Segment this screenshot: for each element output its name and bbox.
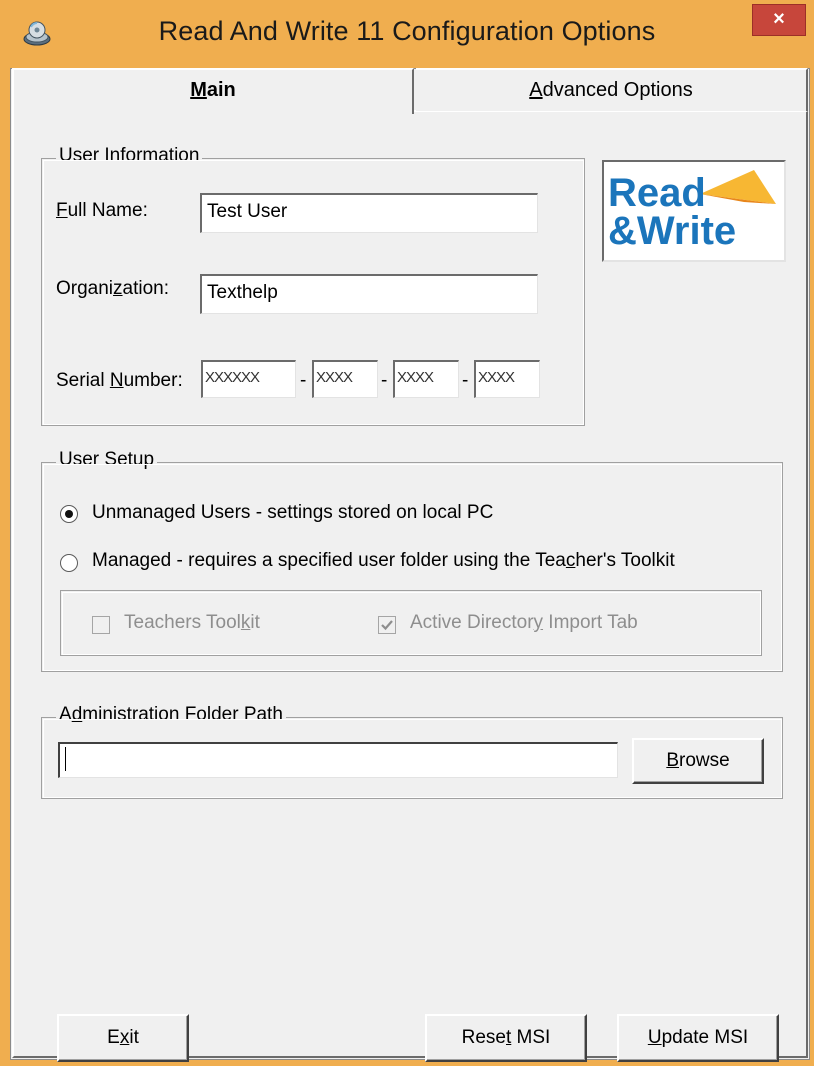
serial-part-3: XXXX xyxy=(397,369,434,386)
unmanaged-users-radio[interactable] xyxy=(60,505,78,523)
title-bar: Read And Write 11 Configuration Options … xyxy=(0,0,814,64)
exit-button[interactable]: Exit xyxy=(57,1014,189,1062)
full-name-field[interactable]: Test User xyxy=(200,193,538,233)
logo-text-write: &Write xyxy=(608,209,736,253)
tab-main-label: Main xyxy=(190,79,236,101)
user-information-legend: User Information xyxy=(56,145,203,167)
ad-import-checkbox[interactable] xyxy=(378,616,396,634)
unmanaged-users-label[interactable]: Unmanaged Users - settings stored on loc… xyxy=(92,502,493,524)
serial-part-4: XXXX xyxy=(478,369,515,386)
serial-field-3[interactable]: XXXX xyxy=(393,360,459,398)
serial-separator-1: - xyxy=(300,370,307,391)
serial-field-4[interactable]: XXXX xyxy=(474,360,540,398)
reset-msi-button[interactable]: Reset MSI xyxy=(425,1014,587,1062)
config-window: Read And Write 11 Configuration Options … xyxy=(0,0,814,1066)
serial-separator-2: - xyxy=(381,370,388,391)
browse-button[interactable]: Browse xyxy=(632,738,764,784)
teachers-toolkit-checkbox[interactable] xyxy=(92,616,110,634)
window-title: Read And Write 11 Configuration Options xyxy=(158,16,656,46)
admin-folder-path-input[interactable] xyxy=(58,742,618,778)
update-msi-button[interactable]: Update MSI xyxy=(617,1014,779,1062)
serial-field-1[interactable]: XXXXXX xyxy=(201,360,296,398)
user-setup-legend: User Setup xyxy=(56,449,158,471)
tab-advanced-options-label: Advanced Options xyxy=(529,79,693,101)
organization-value: Texthelp xyxy=(207,282,278,303)
serial-part-2: XXXX xyxy=(316,369,353,386)
organization-field[interactable]: Texthelp xyxy=(200,274,538,314)
full-name-label: Full Name: xyxy=(56,200,148,221)
tab-main[interactable]: Main xyxy=(12,68,414,114)
serial-part-1: XXXXXX xyxy=(205,369,260,386)
managed-users-label[interactable]: Managed - requires a specified user fold… xyxy=(92,550,675,572)
admin-folder-path-value xyxy=(65,747,612,771)
teachers-toolkit-label[interactable]: Teachers Toolkit xyxy=(124,612,260,634)
close-icon: × xyxy=(773,8,785,30)
serial-separator-3: - xyxy=(462,370,469,391)
managed-users-radio[interactable] xyxy=(60,554,78,572)
read-write-logo: Read &Write xyxy=(602,160,786,262)
serial-field-2[interactable]: XXXX xyxy=(312,360,378,398)
full-name-value: Test User xyxy=(207,201,288,222)
checkmark-icon xyxy=(381,620,393,631)
logo-triangle xyxy=(700,170,776,204)
tab-advanced-options[interactable]: Advanced Options xyxy=(416,68,808,112)
close-button[interactable]: × xyxy=(752,4,806,36)
ad-import-label[interactable]: Active Directory Import Tab xyxy=(410,612,638,634)
admin-folder-legend: Administration Folder Path xyxy=(56,704,286,726)
organization-label: Organization: xyxy=(56,278,170,299)
serial-number-label: Serial Number: xyxy=(56,370,183,391)
